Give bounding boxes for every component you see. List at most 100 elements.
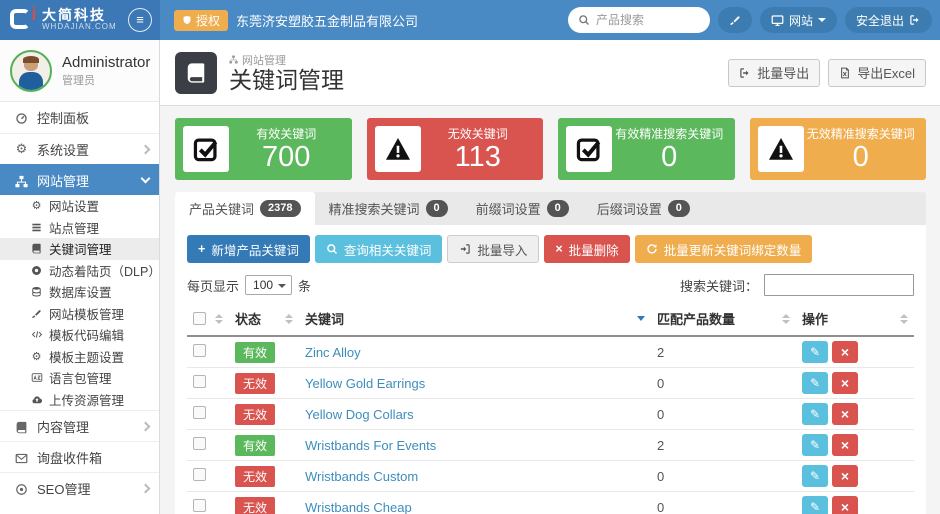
row-checkbox[interactable] (193, 375, 206, 388)
edit-button[interactable]: ✎ (802, 465, 828, 487)
match-count: 0 (657, 406, 665, 422)
table-row: 有效 Zinc Alloy 2 ✎ × (187, 336, 914, 368)
header-status[interactable]: 状态 (229, 302, 299, 337)
gear-icon: ⚙ (31, 350, 42, 363)
batch-export-button[interactable]: 批量导出 (728, 58, 821, 87)
match-count: 0 (657, 468, 665, 484)
header-keyword[interactable]: 关键词 (299, 302, 651, 337)
license-info: 授权 东莞济安塑胶五金制品有限公司 (174, 9, 418, 31)
row-checkbox[interactable] (193, 437, 206, 450)
keyword-link[interactable]: Yellow Dog Collars (305, 407, 414, 422)
row-checkbox[interactable] (193, 406, 206, 419)
bulk-action-button[interactable]: 查询相关关键词 (314, 235, 443, 263)
select-all-checkbox[interactable] (193, 312, 206, 325)
submenu-item-website-settings[interactable]: ⚙ 网站设置 (0, 195, 159, 217)
keyword-search-input[interactable] (764, 274, 914, 296)
edit-button[interactable]: ✎ (802, 372, 828, 394)
submenu-item-dlp[interactable]: 动态着陆页（DLP） (0, 260, 159, 282)
sidebar-item-system-settings[interactable]: ⚙ 系统设置 (0, 133, 159, 164)
website-menu-button[interactable]: 网站 (759, 7, 837, 33)
edit-button[interactable]: ✎ (802, 403, 828, 425)
submenu-item-database-settings[interactable]: 数据库设置 (0, 281, 159, 303)
submenu-item-site-management[interactable]: 站点管理 (0, 217, 159, 239)
submenu-item-template-theme-settings[interactable]: ⚙ 模板主题设置 (0, 346, 159, 368)
sidebar-item-website-management[interactable]: 网站管理 (0, 164, 159, 195)
tab[interactable]: 后缀词设置 0 (583, 192, 704, 225)
warning-triangle-icon (385, 137, 410, 160)
keyword-link[interactable]: Yellow Gold Earrings (305, 376, 425, 391)
topbar: j 大简科技 WHDAJIAN.COM ≡ 授权 东莞济安塑胶五金制品有限公司 … (0, 0, 940, 40)
sidebar-item-inquiry-inbox[interactable]: 询盘收件箱 (0, 441, 159, 472)
keyword-panel: + 新增产品关键词 查询相关关键词 批量导入 × 批量删除 批量更新关键词绑定数… (175, 225, 926, 514)
tab[interactable]: 产品关键词 2378 (175, 192, 315, 225)
avatar (10, 49, 52, 92)
export-excel-button[interactable]: 导出Excel (828, 58, 926, 87)
submenu-item-upload-resources[interactable]: 上传资源管理 (0, 389, 159, 411)
header-match-count[interactable]: 匹配产品数量 (651, 302, 796, 337)
row-checkbox[interactable] (193, 468, 206, 481)
logout-button[interactable]: 安全退出 (844, 7, 932, 33)
delete-button[interactable]: × (832, 341, 858, 363)
monitor-icon (771, 14, 784, 26)
bulk-action-button[interactable]: + 新增产品关键词 (187, 235, 310, 263)
product-search-input[interactable] (595, 13, 696, 27)
table-row: 无效 Yellow Gold Earrings 0 ✎ × (187, 367, 914, 399)
header-operations[interactable]: 操作 (796, 302, 914, 337)
chevron-icon (140, 144, 151, 154)
stat-label: 有效精准搜索关键词 (615, 127, 724, 142)
brush-icon (30, 307, 43, 319)
theme-brush-button[interactable] (717, 7, 752, 33)
brand: j 大简科技 WHDAJIAN.COM ≡ (0, 0, 160, 40)
tab-label: 产品关键词 (189, 202, 255, 217)
keyword-link[interactable]: Wristbands Custom (305, 469, 418, 484)
row-checkbox[interactable] (193, 499, 206, 512)
language-icon (30, 372, 43, 384)
bulk-action-button[interactable]: 批量更新关键词绑定数量 (634, 235, 813, 263)
keyword-link[interactable]: Wristbands Cheap (305, 500, 412, 514)
row-checkbox[interactable] (193, 344, 206, 357)
sidebar-item-content-management[interactable]: 内容管理 (0, 410, 159, 441)
edit-button[interactable]: ✎ (802, 434, 828, 456)
edit-button[interactable]: ✎ (802, 496, 828, 514)
excel-file-icon (841, 67, 850, 78)
keyword-link[interactable]: Wristbands For Events (305, 438, 436, 453)
product-search (567, 7, 710, 33)
chevron-down-icon (817, 18, 826, 22)
bulk-action-button[interactable]: 批量导入 (447, 235, 540, 263)
bulk-action-button[interactable]: × 批量删除 (544, 235, 630, 263)
delete-button[interactable]: × (832, 465, 858, 487)
shield-icon (183, 15, 191, 25)
sidebar-item-dashboard[interactable]: 控制面板 (0, 102, 159, 133)
submenu-item-language-pack[interactable]: 语言包管理 (0, 367, 159, 389)
keyword-link[interactable]: Zinc Alloy (305, 345, 361, 360)
user-name: Administrator (62, 53, 151, 71)
sort-icon (900, 313, 908, 324)
tab[interactable]: 精准搜索关键词 0 (315, 192, 462, 225)
delete-button[interactable]: × (832, 372, 858, 394)
submenu-item-keyword-management[interactable]: 关键词管理 (0, 238, 159, 260)
cloud-upload-icon (30, 393, 43, 405)
brand-subtitle: WHDAJIAN.COM (42, 22, 117, 32)
sidebar-toggle-button[interactable]: ≡ (128, 8, 152, 32)
stat-card: 有效关键词 700 (175, 118, 352, 180)
submenu-item-template-code-editor[interactable]: 模板代码编辑 (0, 324, 159, 346)
delete-button[interactable]: × (832, 496, 858, 514)
tab-label: 前缀词设置 (475, 202, 541, 217)
book-icon (30, 243, 43, 255)
tab[interactable]: 前缀词设置 0 (462, 192, 583, 225)
action-icon (646, 243, 658, 255)
stat-icon-box (374, 126, 421, 172)
action-label: 批量删除 (568, 243, 619, 258)
submenu-item-template-management[interactable]: 网站模板管理 (0, 303, 159, 325)
edit-button[interactable]: ✎ (802, 341, 828, 363)
per-page-select[interactable]: 100 (245, 275, 293, 295)
stat-icon-box (757, 126, 804, 172)
delete-button[interactable]: × (832, 434, 858, 456)
website-management-submenu: ⚙ 网站设置 站点管理 关键词管理 动态着陆页（DLP） 数据库设置 网站模板管理… (0, 195, 159, 410)
match-count: 2 (657, 344, 665, 360)
header-select[interactable] (187, 302, 229, 337)
delete-button[interactable]: × (832, 403, 858, 425)
tab-count-badge: 0 (425, 200, 448, 217)
sidebar-item-seo-management[interactable]: SEO管理 (0, 472, 159, 503)
brand-logo-icon: j (10, 5, 36, 33)
